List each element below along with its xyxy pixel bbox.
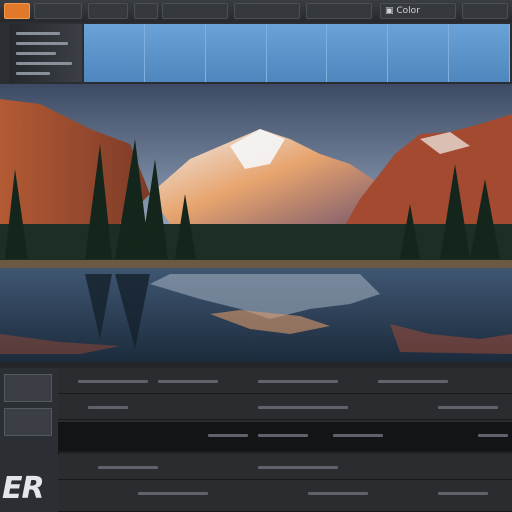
top-toolbar: ▣ Color — [0, 0, 512, 23]
image-viewer[interactable] — [0, 84, 512, 362]
bottom-panel: ER — [0, 362, 512, 512]
row-field — [78, 380, 148, 383]
row-field — [378, 380, 448, 383]
row-field — [158, 380, 218, 383]
selected-row[interactable] — [58, 422, 512, 452]
row-field — [258, 406, 348, 409]
grid-cell[interactable] — [327, 24, 389, 82]
toolbar-button-6[interactable] — [306, 3, 372, 19]
row-field — [258, 434, 308, 437]
toolbar-button-5[interactable] — [234, 3, 300, 19]
row-field — [258, 380, 338, 383]
property-row[interactable] — [58, 368, 512, 394]
sidebar-item[interactable] — [16, 52, 56, 55]
row-field — [98, 466, 158, 469]
property-row[interactable] — [58, 480, 512, 512]
sidebar-item[interactable] — [16, 32, 60, 35]
row-field — [208, 434, 248, 437]
toolbar-button-3[interactable] — [134, 3, 158, 19]
toolbar-button-8[interactable] — [462, 3, 508, 19]
left-tool-strip: ER — [0, 368, 59, 512]
app-logo: ER — [2, 471, 45, 506]
color-button[interactable]: ▣ Color — [380, 3, 456, 19]
toolbar-button-4[interactable] — [162, 3, 228, 19]
toolbar-button-1[interactable] — [34, 3, 82, 19]
property-row[interactable] — [58, 454, 512, 480]
sidebar-item[interactable] — [16, 72, 50, 75]
sidebar-item[interactable] — [16, 62, 72, 65]
row-field — [438, 492, 488, 495]
shoreline — [0, 260, 512, 268]
row-field — [138, 492, 208, 495]
forest-band — [0, 224, 512, 264]
property-row[interactable] — [58, 394, 512, 420]
grid-cell[interactable] — [388, 24, 450, 82]
browser-panel — [0, 22, 512, 85]
row-field — [438, 406, 498, 409]
toolbar-button-2[interactable] — [88, 3, 128, 19]
color-label: Color — [396, 6, 420, 16]
thumbnail-grid — [84, 24, 511, 82]
row-field — [258, 466, 338, 469]
landscape-image — [0, 84, 512, 362]
color-icon: ▣ — [385, 6, 394, 16]
grid-cell[interactable] — [84, 24, 145, 82]
grid-cell[interactable] — [205, 24, 267, 82]
grid-cell[interactable] — [266, 24, 328, 82]
grid-cell[interactable] — [449, 24, 511, 82]
tool-button[interactable] — [4, 408, 52, 436]
sidebar-item[interactable] — [16, 42, 68, 45]
row-field — [333, 434, 383, 437]
browser-sidebar — [10, 24, 82, 82]
row-field — [308, 492, 368, 495]
row-field — [88, 406, 128, 409]
row-field — [478, 434, 508, 437]
grid-cell[interactable] — [144, 24, 206, 82]
tool-button[interactable] — [4, 374, 52, 402]
app-menu-button[interactable] — [4, 3, 30, 19]
